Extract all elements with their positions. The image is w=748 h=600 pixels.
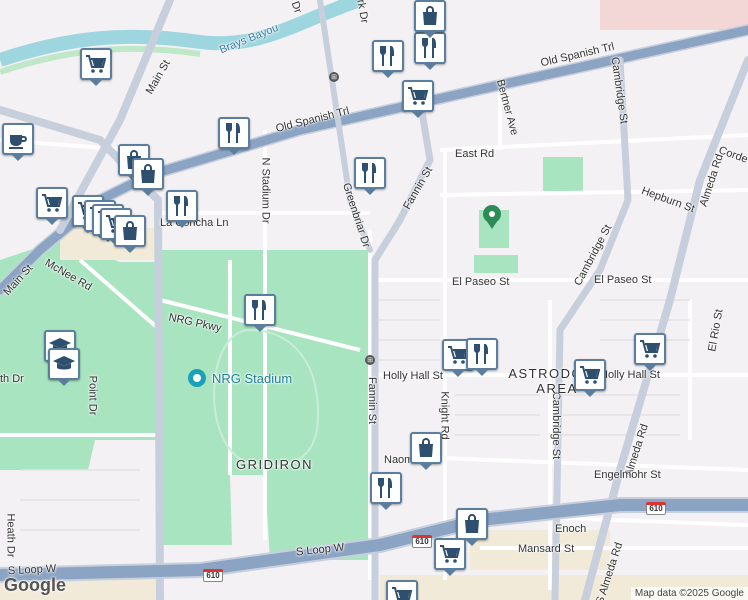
label-heath-dr: Heath Dr — [4, 513, 17, 558]
map-pin-bag[interactable] — [114, 215, 146, 253]
shopping-bag-icon — [460, 512, 484, 536]
shopping-bag-icon — [414, 436, 438, 460]
map-canvas[interactable]: Brays Bayou Old Spanish Trl Old Spanish … — [0, 0, 748, 600]
map-pin-fork-knife[interactable] — [466, 338, 498, 376]
label-el-paseo-st-w: El Paseo St — [452, 276, 510, 288]
map-pin-fork-knife[interactable] — [372, 40, 404, 78]
restaurant-icon — [170, 194, 194, 218]
map-pin-cart[interactable] — [634, 333, 666, 371]
map-pin-coffee[interactable] — [2, 123, 34, 161]
restaurant-icon — [470, 342, 494, 366]
coffee-icon — [6, 127, 30, 151]
restaurant-icon — [376, 44, 400, 68]
restaurant-icon — [222, 121, 246, 145]
label-mansard-st: Mansard St — [518, 543, 575, 555]
school-icon — [52, 352, 76, 376]
shopping-cart-icon — [390, 584, 414, 600]
transit-icon[interactable]: ⊞ — [365, 355, 375, 365]
i610-shield: 610 — [203, 569, 223, 582]
map-pin-school[interactable] — [48, 348, 80, 386]
map-pin-fork-knife[interactable] — [244, 294, 276, 332]
stadium-poi-icon — [188, 369, 206, 387]
map-pin-fork-knife[interactable] — [218, 117, 250, 155]
map-pin-bag[interactable] — [456, 508, 488, 546]
medical-area — [600, 0, 748, 30]
label-enoch: Enoch — [555, 523, 587, 535]
shopping-bag-icon — [418, 4, 442, 28]
shopping-cart-icon — [40, 191, 64, 215]
map-pin-bag[interactable] — [410, 432, 442, 470]
restaurant-icon — [374, 476, 398, 500]
map-pin-bag[interactable] — [132, 158, 164, 196]
restaurant-icon — [358, 161, 382, 185]
map-pin-cart[interactable] — [434, 538, 466, 576]
shopping-cart-icon — [638, 337, 662, 361]
map-pin-cart[interactable] — [574, 359, 606, 397]
restaurant-icon — [248, 298, 272, 322]
shopping-cart-icon — [438, 542, 462, 566]
label-naomi: Naom — [384, 454, 414, 466]
map-base — [0, 0, 748, 600]
label-th-dr: th Dr — [0, 373, 24, 385]
shopping-cart-icon — [578, 363, 602, 387]
label-cambridge-st-low: Cambridge St — [550, 391, 563, 460]
map-pin-cart[interactable] — [386, 580, 418, 600]
shopping-bag-icon — [136, 162, 160, 186]
park-el-paseo — [474, 255, 518, 273]
label-n-stadium-dr: N Stadium Dr — [259, 157, 272, 224]
i610-shield: 610 — [412, 535, 432, 548]
label-fannin-st-mid: Fannin St — [366, 376, 379, 425]
map-pin-cart[interactable] — [402, 80, 434, 118]
label-east-rd: East Rd — [455, 148, 495, 160]
google-logo: Google — [4, 575, 66, 595]
map-pin-cart[interactable] — [36, 187, 68, 225]
park-east-rd — [543, 157, 583, 191]
map-pin-fork-knife[interactable] — [370, 472, 402, 510]
shopping-cart-icon — [84, 52, 108, 76]
label-el-paseo-st-e: El Paseo St — [594, 274, 652, 286]
shopping-cart-icon — [406, 84, 430, 108]
map-pin-fork-knife[interactable] — [166, 190, 198, 228]
label-point-dr: Point Dr — [86, 375, 99, 416]
label-engelmohr-st: Engelmohr St — [594, 469, 661, 481]
label-holly-hall-st: Holly Hall St — [383, 370, 443, 382]
shopping-bag-icon — [118, 219, 142, 243]
map-pin-bag[interactable] — [414, 0, 446, 38]
restaurant-icon — [418, 36, 442, 60]
label-nrg-stadium[interactable]: NRG Stadium — [212, 372, 292, 385]
label-gridiron: GRIDIRON — [236, 457, 313, 472]
map-pin-cart[interactable] — [80, 48, 112, 86]
map-attribution[interactable]: Map data ©2025 Google — [630, 587, 748, 600]
i610-shield: 610 — [646, 502, 666, 515]
map-pin-fork-knife[interactable] — [354, 157, 386, 195]
transit-icon[interactable]: ⊞ — [329, 72, 339, 82]
